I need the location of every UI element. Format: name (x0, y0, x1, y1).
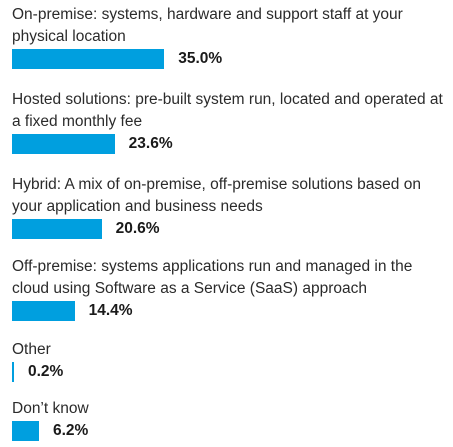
bar-row: 20.6% (12, 218, 450, 240)
bar-item: Don’t know 6.2% (12, 398, 450, 442)
value-label: 20.6% (115, 220, 160, 237)
value-label: 35.0% (178, 50, 223, 67)
bar-item: On-premise: systems, hardware and suppor… (12, 4, 450, 70)
bar-item: Off-premise: systems applications run an… (12, 256, 450, 322)
bar (12, 421, 39, 441)
bar-row: 0.2% (12, 361, 450, 383)
bar (12, 219, 102, 239)
value-label: 14.4% (88, 302, 133, 319)
bar-row: 14.4% (12, 300, 450, 322)
bar (12, 49, 165, 69)
category-label: On-premise: systems, hardware and suppor… (12, 6, 403, 45)
category-label: Other (12, 341, 51, 358)
value-label: 6.2% (52, 422, 89, 439)
bar-row: 6.2% (12, 420, 450, 442)
bar-row: 35.0% (12, 48, 450, 70)
bar-row: 23.6% (12, 133, 450, 155)
bar-item: Hosted solutions: pre-built system run, … (12, 89, 450, 155)
category-label: Hosted solutions: pre-built system run, … (12, 91, 443, 130)
bar-item: Hybrid: A mix of on-premise, off-premise… (12, 174, 450, 240)
value-label: 0.2% (28, 363, 64, 380)
category-label: Hybrid: A mix of on-premise, off-premise… (12, 176, 421, 215)
bar (12, 362, 14, 382)
category-label: Off-premise: systems applications run an… (12, 258, 413, 297)
horizontal-bar-chart: On-premise: systems, hardware and suppor… (0, 0, 453, 447)
value-label: 23.6% (128, 135, 173, 152)
category-label: Don’t know (12, 400, 89, 417)
bar-item: Other 0.2% (12, 339, 450, 383)
bar (12, 301, 75, 321)
bar (12, 134, 115, 154)
